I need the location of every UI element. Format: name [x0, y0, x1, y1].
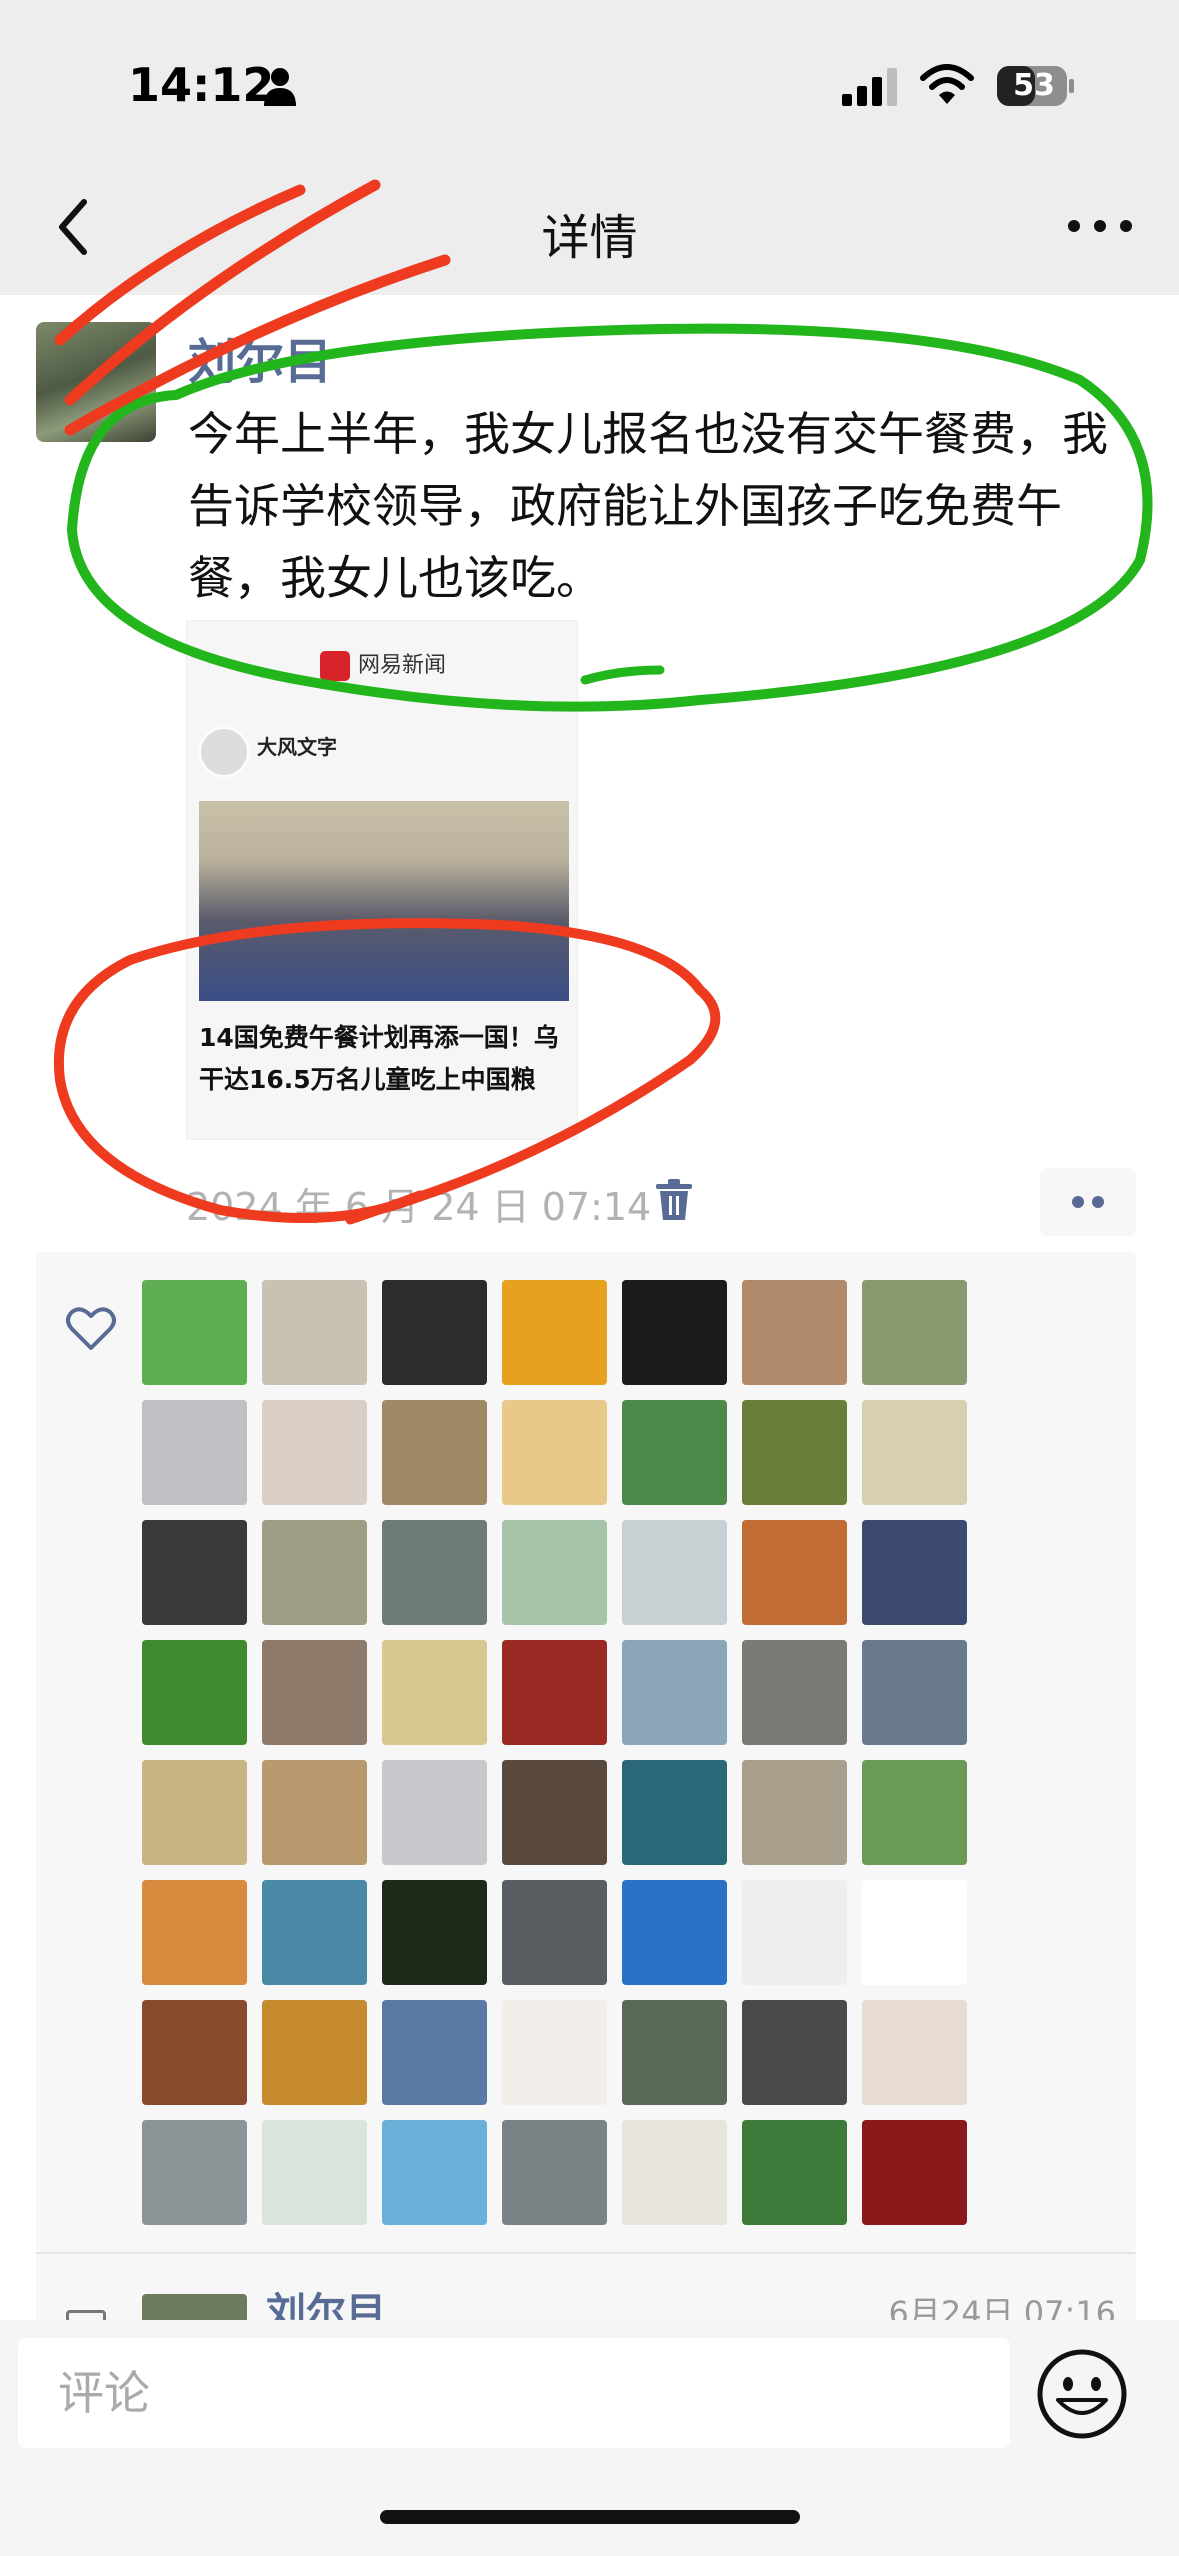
card-author-name: 大风文字	[257, 735, 337, 759]
like-avatar[interactable]	[862, 2120, 967, 2225]
home-indicator[interactable]	[380, 2510, 800, 2524]
like-avatar[interactable]	[382, 1280, 487, 1385]
like-avatar[interactable]	[742, 1520, 847, 1625]
like-avatar[interactable]	[742, 2120, 847, 2225]
like-avatar[interactable]	[622, 1760, 727, 1865]
like-avatar[interactable]	[622, 1400, 727, 1505]
like-avatar[interactable]	[142, 2000, 247, 2105]
author-name[interactable]: 刘尔目	[188, 322, 332, 392]
dots-icon	[1072, 1196, 1104, 1208]
like-avatar[interactable]	[142, 1280, 247, 1385]
news-logo-icon	[319, 651, 350, 681]
card-source: 网易新闻	[187, 647, 579, 681]
comment-time: 6月24日 07:16	[888, 2294, 1116, 2324]
like-avatar[interactable]	[622, 1520, 727, 1625]
like-avatar[interactable]	[142, 2120, 247, 2225]
like-avatar[interactable]	[502, 1400, 607, 1505]
like-avatar-grid	[142, 1280, 992, 2225]
more-options-button[interactable]	[1060, 206, 1140, 246]
like-avatar[interactable]	[502, 1640, 607, 1745]
cellular-signal-icon	[842, 68, 897, 106]
like-avatar[interactable]	[742, 1400, 847, 1505]
like-avatar[interactable]	[622, 1640, 727, 1745]
like-avatar[interactable]	[262, 1760, 367, 1865]
like-avatar[interactable]	[262, 2120, 367, 2225]
comment-author[interactable]: 刘尔目	[266, 2280, 386, 2324]
comment-input[interactable]	[18, 2338, 1010, 2448]
status-bar: 14:12 53	[0, 0, 1179, 170]
like-avatar[interactable]	[742, 1880, 847, 1985]
card-image	[199, 801, 569, 1001]
like-avatar[interactable]	[622, 2000, 727, 2105]
status-time: 14:12	[128, 58, 275, 112]
like-avatar[interactable]	[142, 1760, 247, 1865]
like-avatar[interactable]	[862, 1520, 967, 1625]
card-author-avatar	[199, 727, 249, 777]
green-tick-annotation	[580, 665, 665, 685]
like-avatar[interactable]	[622, 1280, 727, 1385]
like-avatar[interactable]	[862, 1400, 967, 1505]
like-avatar[interactable]	[382, 1640, 487, 1745]
like-avatar[interactable]	[862, 2000, 967, 2105]
nav-bar: 详情	[0, 170, 1179, 295]
shared-news-card[interactable]: 网易新闻 大风文字 14国免费午餐计划再添一国！乌干达16.5万名儿童吃上中国粮	[186, 620, 578, 1140]
comment-row[interactable]: 刘尔目 6月24日 07:16	[36, 2254, 1136, 2324]
like-avatar[interactable]	[262, 1280, 367, 1385]
wifi-icon	[920, 64, 974, 104]
like-avatar[interactable]	[262, 1400, 367, 1505]
like-avatar[interactable]	[622, 2120, 727, 2225]
like-avatar[interactable]	[382, 2000, 487, 2105]
post-action-button[interactable]	[1040, 1168, 1136, 1236]
like-avatar[interactable]	[742, 2000, 847, 2105]
like-avatar[interactable]	[742, 1760, 847, 1865]
like-avatar[interactable]	[862, 1760, 967, 1865]
person-icon	[264, 68, 296, 106]
like-avatar[interactable]	[142, 1880, 247, 1985]
like-avatar[interactable]	[382, 1880, 487, 1985]
post-timestamp: 2024 年 6 月 24 日 07:14	[186, 1185, 652, 1229]
page-title: 详情	[541, 210, 638, 266]
delete-icon[interactable]	[654, 1178, 694, 1222]
like-avatar[interactable]	[502, 1520, 607, 1625]
like-avatar[interactable]	[142, 1400, 247, 1505]
like-avatar[interactable]	[142, 1520, 247, 1625]
like-avatar[interactable]	[262, 1640, 367, 1745]
emoji-button[interactable]	[1034, 2346, 1130, 2442]
like-avatar[interactable]	[862, 1280, 967, 1385]
like-avatar[interactable]	[502, 2000, 607, 2105]
like-avatar[interactable]	[382, 1520, 487, 1625]
heart-icon	[66, 1307, 116, 1350]
card-source-label: 网易新闻	[357, 653, 446, 678]
like-avatar[interactable]	[502, 1760, 607, 1865]
like-avatar[interactable]	[862, 1880, 967, 1985]
battery-level: 53	[1013, 68, 1055, 103]
like-avatar[interactable]	[262, 1520, 367, 1625]
like-avatar[interactable]	[382, 2120, 487, 2225]
like-avatar[interactable]	[742, 1640, 847, 1745]
like-avatar[interactable]	[502, 1880, 607, 1985]
like-avatar[interactable]	[382, 1400, 487, 1505]
like-avatar[interactable]	[862, 1640, 967, 1745]
like-avatar[interactable]	[502, 1280, 607, 1385]
card-title: 14国免费午餐计划再添一国！乌干达16.5万名儿童吃上中国粮	[199, 1023, 559, 1094]
like-avatar[interactable]	[382, 1760, 487, 1865]
like-avatar[interactable]	[142, 1640, 247, 1745]
like-avatar[interactable]	[262, 2000, 367, 2105]
author-avatar[interactable]	[36, 322, 156, 442]
like-avatar[interactable]	[262, 1880, 367, 1985]
post-text: 今年上半年，我女儿报名也没有交午餐费，我告诉学校领导，政府能让外国孩子吃免费午餐…	[188, 407, 1108, 605]
like-avatar[interactable]	[742, 1280, 847, 1385]
like-avatar[interactable]	[622, 1880, 727, 1985]
like-avatar[interactable]	[502, 2120, 607, 2225]
